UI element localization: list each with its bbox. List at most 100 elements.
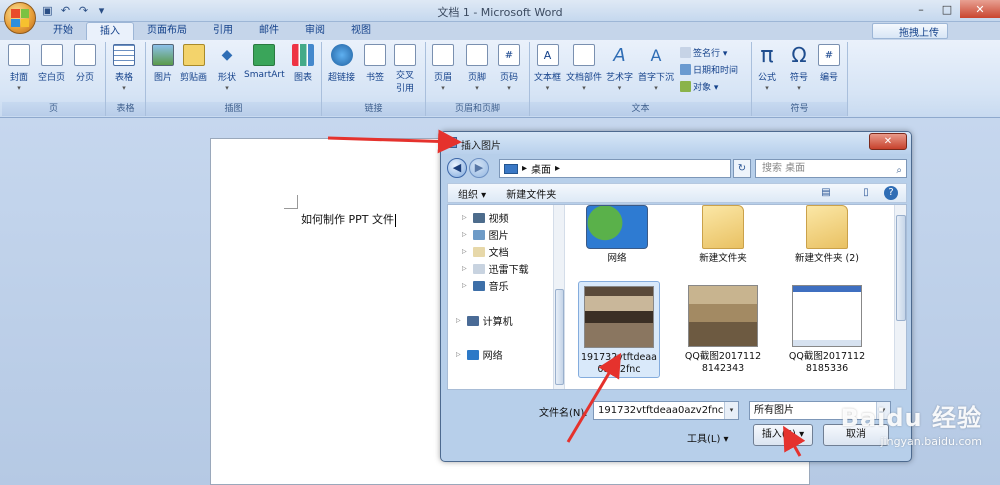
address-separator: ▸: [522, 163, 528, 174]
help-icon[interactable]: ?: [884, 186, 898, 200]
file-item-new-folder[interactable]: 新建文件夹: [682, 205, 764, 265]
group-pages: 封面 ▾ 空白页 分页 页: [2, 42, 106, 116]
header-button[interactable]: 页眉 ▾: [432, 42, 454, 92]
file-item-network[interactable]: 网络: [576, 205, 658, 265]
tab-page-layout[interactable]: 页面布局: [134, 22, 200, 40]
tools-button[interactable]: 工具(L) ▾: [687, 430, 729, 445]
close-button[interactable]: ✕: [960, 0, 1000, 18]
hyperlink-button[interactable]: 超链接: [328, 42, 355, 83]
chart-button[interactable]: 图表: [292, 42, 314, 83]
nav-item-documents[interactable]: ▷ 文档: [462, 244, 509, 259]
file-item-new-folder-2[interactable]: 新建文件夹 (2): [786, 205, 868, 265]
tab-insert[interactable]: 插入: [86, 22, 134, 40]
computer-icon: [466, 315, 479, 326]
equation-button[interactable]: π 公式 ▾: [756, 42, 778, 93]
cloud-upload-button[interactable]: 拖拽上传: [872, 23, 948, 39]
footer-button[interactable]: 页脚 ▾: [466, 42, 488, 92]
wordart-button[interactable]: A 艺术字 ▾: [606, 42, 633, 93]
tab-mailings[interactable]: 邮件: [246, 22, 292, 40]
image-thumbnail: [688, 285, 758, 347]
group-symbols: π 公式 ▾ Ω 符号 ▾ # 编号 符号: [752, 42, 848, 116]
blank-page-icon: [40, 44, 63, 66]
title-bar: ▣ ↶ ↷ ▾ 文档 1 - Microsoft Word – □ ✕: [0, 0, 1000, 22]
folder-icon: [806, 205, 848, 249]
office-button[interactable]: [4, 2, 36, 34]
minimize-button[interactable]: –: [908, 0, 934, 18]
tab-review[interactable]: 审阅: [292, 22, 338, 40]
search-input[interactable]: 搜索 桌面 ⌕: [755, 159, 907, 178]
chart-icon: [292, 44, 314, 66]
smartart-icon: [253, 44, 276, 66]
shapes-button[interactable]: ◆ 形状 ▾: [216, 42, 238, 92]
picture-icon: [446, 137, 457, 148]
tab-home[interactable]: 开始: [40, 22, 86, 40]
object-button[interactable]: 对象 ▾: [680, 80, 718, 93]
textbox-button[interactable]: A 文本框 ▾: [534, 42, 561, 92]
filename-label: 文件名(N):: [539, 408, 588, 419]
wordart-icon: A: [613, 44, 626, 66]
image-thumbnail: [792, 285, 862, 347]
margin-crop-mark: [284, 195, 298, 209]
page-break-button[interactable]: 分页: [74, 42, 96, 83]
date-time-button[interactable]: 日期和时间: [680, 63, 738, 76]
search-icon: ⌕: [896, 165, 902, 176]
organize-button[interactable]: 组织 ▾: [448, 186, 496, 201]
nav-item-network[interactable]: ▷ 网络: [456, 347, 503, 362]
file-item-selected-image[interactable]: 191732vtftdeaa0azv2fnc: [578, 281, 660, 378]
document-text[interactable]: 如何制作 PPT 文件: [301, 211, 396, 227]
forward-button[interactable]: ▶: [469, 158, 489, 178]
nav-item-computer[interactable]: ▷ 计算机: [456, 313, 513, 328]
nav-item-music[interactable]: ▷ 音乐: [462, 278, 509, 293]
tab-references[interactable]: 引用: [200, 22, 246, 40]
nav-scrollbar[interactable]: [554, 205, 565, 389]
tab-view[interactable]: 视图: [338, 22, 384, 40]
desktop-icon: [504, 163, 518, 174]
address-box[interactable]: ▸ 桌面 ▸: [499, 159, 731, 178]
back-button[interactable]: ◀: [447, 158, 467, 178]
view-options-icon[interactable]: ▤: [818, 186, 834, 200]
numbering-button[interactable]: # 编号: [818, 42, 840, 83]
cross-reference-button[interactable]: 交叉 引用: [394, 42, 416, 96]
nav-item-pictures[interactable]: ▷ 图片: [462, 227, 509, 242]
ribbon: 封面 ▾ 空白页 分页 页 表格 ▾ 表格 图片 剪贴画 ◆ 形状 ▾ SmartArt…: [0, 40, 1000, 118]
file-item-qq-screenshot-2[interactable]: QQ截图20171128185336: [786, 285, 868, 375]
documents-icon: [472, 246, 485, 257]
filename-input[interactable]: 191732vtftdeaa0azv2fnc ▾: [593, 401, 739, 420]
signature-line-button[interactable]: 签名行 ▾: [680, 46, 727, 59]
network-globe-icon: [586, 205, 648, 249]
maximize-button[interactable]: □: [934, 0, 960, 18]
watermark-brand: Baidu 经验: [840, 404, 982, 432]
nav-item-videos[interactable]: ▷ 视频: [462, 210, 509, 225]
drop-cap-button[interactable]: A 首字下沉 ▾: [638, 42, 674, 93]
files-scrollbar[interactable]: [894, 205, 906, 389]
symbol-button[interactable]: Ω 符号 ▾: [788, 42, 810, 92]
file-panes: ▷ 视频 ▷ 图片 ▷ 文档 ▷ 迅雷下载 ▷ 音乐 ▷ 计算机 ▷ 网络 网络 新建文件夹 …: [447, 204, 907, 390]
signature-line-icon: [680, 47, 691, 58]
picture-button[interactable]: 图片: [152, 42, 174, 83]
page-number-icon: #: [498, 44, 520, 66]
cover-page-button[interactable]: 封面 ▾: [8, 42, 30, 92]
new-folder-button[interactable]: 新建文件夹: [496, 186, 566, 201]
footer-icon: [466, 44, 488, 66]
group-illustrations: 图片 剪贴画 ◆ 形状 ▾ SmartArt 图表 插图: [146, 42, 322, 116]
group-label-symbols: 符号: [752, 102, 847, 116]
dialog-bottom: 文件名(N): 191732vtftdeaa0azv2fnc ▾ 所有图片 ▾ 工具…: [447, 394, 907, 460]
table-button[interactable]: 表格 ▾: [113, 42, 135, 92]
quick-parts-button[interactable]: 文档部件 ▾: [566, 42, 602, 92]
clipart-button[interactable]: 剪贴画: [180, 42, 207, 83]
text-cursor: [394, 213, 396, 227]
address-path: 桌面: [531, 165, 552, 176]
window-title: 文档 1 - Microsoft Word: [437, 6, 563, 19]
blank-page-button[interactable]: 空白页: [38, 42, 65, 83]
nav-item-thunder[interactable]: ▷ 迅雷下载: [462, 261, 529, 276]
preview-pane-icon[interactable]: ▯: [858, 186, 874, 200]
insert-button[interactable]: 插入(S) ▾: [753, 424, 813, 446]
watermark-url: jingyan.baidu.com: [880, 435, 982, 448]
smartart-button[interactable]: SmartArt: [244, 42, 285, 80]
dialog-close-button[interactable]: ✕: [869, 133, 907, 150]
page-number-button[interactable]: # 页码 ▾: [498, 42, 520, 92]
file-item-qq-screenshot-1[interactable]: QQ截图20171128142343: [682, 285, 764, 375]
dialog-title: 插入图片: [461, 141, 501, 152]
refresh-button[interactable]: ↻: [733, 159, 751, 178]
bookmark-button[interactable]: 书签: [364, 42, 386, 83]
